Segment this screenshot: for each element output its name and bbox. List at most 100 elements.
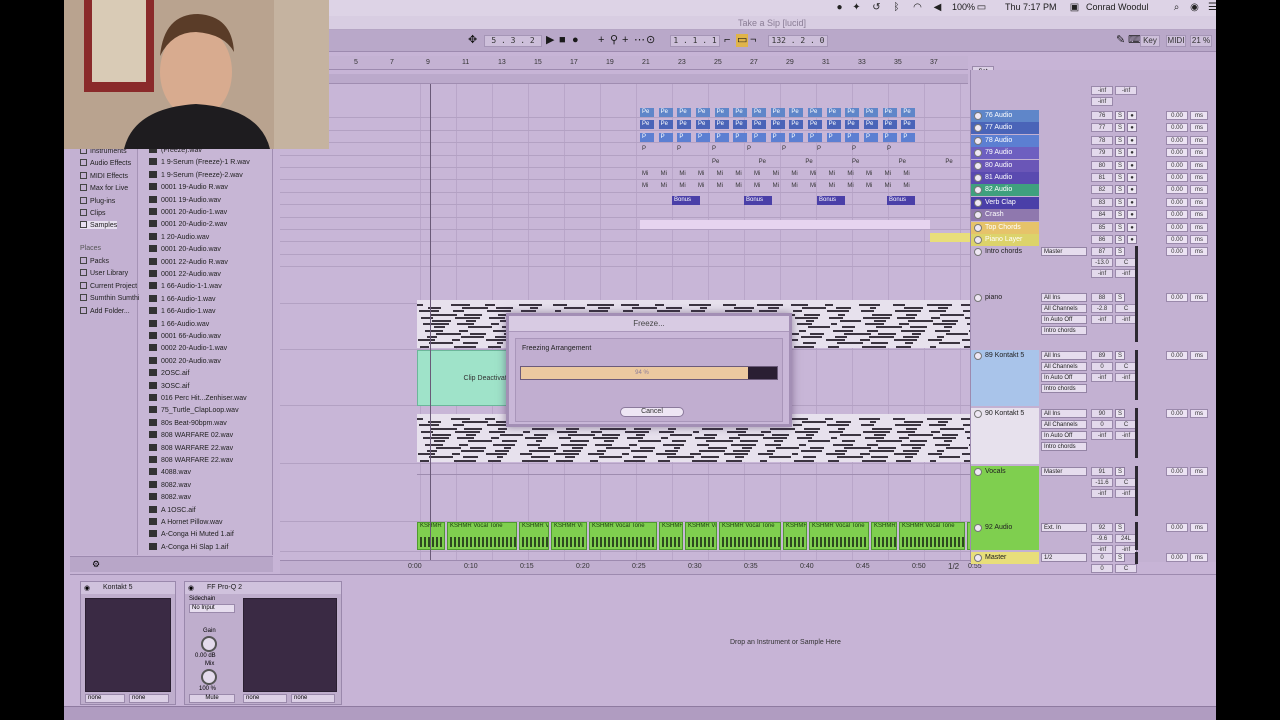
browser-category[interactable]: Samples bbox=[80, 221, 118, 230]
pan-value[interactable]: C bbox=[1115, 362, 1137, 371]
file-item[interactable]: 80s Beat-90bpm.wav bbox=[149, 418, 227, 427]
overdub-icon[interactable]: + bbox=[598, 34, 604, 47]
arm-button[interactable]: ● bbox=[1127, 135, 1137, 145]
audio-clip[interactable]: P bbox=[696, 132, 710, 142]
monitor-buttons[interactable]: In Auto Off bbox=[1041, 431, 1087, 440]
track-activator-icon[interactable] bbox=[974, 112, 982, 120]
audio-clip[interactable]: P bbox=[864, 132, 878, 142]
solo-button[interactable]: S bbox=[1115, 135, 1125, 145]
solo-button[interactable]: S bbox=[1115, 173, 1125, 182]
loop-length[interactable]: 132 . 2 . 0 bbox=[768, 35, 828, 47]
track-number[interactable]: 90 bbox=[1091, 409, 1113, 418]
file-item[interactable]: A Hornet Pillow.wav bbox=[149, 518, 222, 526]
file-item[interactable]: 808 WARFARE 02.wav bbox=[149, 431, 233, 439]
file-item[interactable]: 016 Perc Hit...Zenhiser.wav bbox=[149, 394, 247, 402]
audio-clip[interactable]: Pe bbox=[864, 108, 878, 117]
browser-category[interactable]: Audio Effects bbox=[80, 159, 131, 167]
delay-unit[interactable]: ms bbox=[1190, 135, 1208, 145]
track-activator-icon[interactable] bbox=[974, 236, 982, 244]
drop-hint[interactable]: Drop an Instrument or Sample Here bbox=[730, 639, 841, 646]
solo-button[interactable]: S bbox=[1115, 123, 1125, 133]
audio-clip[interactable]: Pe bbox=[845, 120, 860, 130]
audio-clip[interactable]: Pe bbox=[733, 108, 748, 117]
audio-clip[interactable]: Pe bbox=[640, 120, 654, 130]
input-routing[interactable]: All Ins bbox=[1041, 409, 1087, 418]
audio-clip[interactable]: Mi bbox=[789, 182, 799, 191]
scrub-area[interactable] bbox=[328, 74, 968, 84]
delay-unit[interactable]: ms bbox=[1190, 222, 1208, 232]
delay-unit[interactable]: ms bbox=[1190, 173, 1208, 182]
file-item[interactable]: 0002 20-Audio-1.wav bbox=[149, 344, 227, 352]
audio-clip[interactable]: Pe bbox=[770, 120, 785, 130]
track-activator-icon[interactable] bbox=[974, 186, 982, 195]
session-record-icon[interactable]: ⊙ bbox=[646, 34, 655, 47]
audio-clip[interactable]: P bbox=[675, 145, 685, 154]
audio-clip[interactable]: Pe bbox=[789, 108, 804, 117]
solo-button[interactable]: S bbox=[1115, 523, 1125, 532]
solo-button[interactable]: S bbox=[1115, 293, 1125, 302]
track-activator-icon[interactable] bbox=[974, 352, 982, 360]
audio-clip[interactable]: Pe bbox=[696, 120, 710, 130]
send-value[interactable]: 0.00 bbox=[1166, 467, 1188, 476]
delay-unit[interactable]: ms bbox=[1190, 351, 1208, 360]
audio-clip[interactable]: Pe bbox=[757, 158, 767, 167]
track-activator-icon[interactable] bbox=[974, 294, 982, 302]
output-routing[interactable]: Intro chords bbox=[1041, 384, 1087, 393]
volume-value[interactable]: -9.6 bbox=[1091, 534, 1113, 543]
file-item[interactable]: 0002 20-Audio.wav bbox=[149, 356, 221, 365]
siri-icon[interactable]: ◉ bbox=[1189, 2, 1200, 13]
bluetooth-icon[interactable]: ᛒ bbox=[891, 2, 902, 13]
vocal-audio-clip[interactable]: KSHMR bbox=[783, 522, 807, 550]
file-item[interactable]: 1 66-Audio-1.wav bbox=[149, 294, 215, 303]
audio-clip[interactable]: P bbox=[789, 132, 804, 142]
delay-unit[interactable]: ms bbox=[1190, 160, 1208, 170]
volume-value[interactable]: 0 bbox=[1091, 564, 1113, 573]
audio-clip[interactable]: Mi bbox=[696, 182, 706, 191]
volume-value[interactable]: -13.0 bbox=[1091, 258, 1113, 267]
audio-clip[interactable]: Mi bbox=[696, 170, 706, 179]
track-header[interactable]: Verb Clap bbox=[971, 196, 1039, 209]
audio-clip[interactable]: Mi bbox=[845, 170, 855, 179]
arm-button[interactable]: ● bbox=[1127, 160, 1137, 170]
track-number[interactable]: 79 bbox=[1091, 148, 1113, 158]
send-value[interactable]: 0.00 bbox=[1166, 409, 1188, 418]
file-item[interactable]: 0001 19-Audio R.wav bbox=[149, 183, 228, 191]
audio-clip[interactable]: P bbox=[780, 145, 790, 154]
track-header[interactable]: 78 Audio bbox=[971, 134, 1039, 147]
monitor-buttons[interactable]: In Auto Off bbox=[1041, 373, 1087, 382]
solo-button[interactable]: S bbox=[1115, 197, 1125, 207]
track-activator-icon[interactable] bbox=[974, 124, 982, 133]
audio-clip[interactable]: Pe bbox=[882, 108, 897, 117]
file-item[interactable]: 8082.wav bbox=[149, 480, 191, 489]
time-machine-icon[interactable]: ↺ bbox=[871, 2, 882, 13]
track-number[interactable]: 89 bbox=[1091, 351, 1113, 360]
file-item[interactable]: 0001 20-Audio-1.wav bbox=[149, 208, 227, 216]
delay-unit[interactable]: ms bbox=[1190, 409, 1208, 418]
send-value[interactable]: 0.00 bbox=[1166, 210, 1188, 220]
dropbox-icon[interactable]: ✦ bbox=[851, 2, 862, 13]
track-number[interactable]: 84 bbox=[1091, 210, 1113, 220]
file-item[interactable]: A-Conga Hi Slap 1.aif bbox=[149, 542, 228, 551]
vocal-audio-clip[interactable]: KSHMR Vocal Tone bbox=[899, 522, 965, 550]
file-item[interactable]: 3OSC.aif bbox=[149, 381, 189, 390]
pan-value[interactable]: C bbox=[1115, 420, 1137, 429]
audio-clip[interactable]: Mi bbox=[659, 170, 669, 179]
vocal-audio-clip[interactable]: KSHMR Vocal Tone bbox=[719, 522, 781, 550]
audio-clip[interactable]: Mi bbox=[677, 182, 687, 191]
audio-clip[interactable]: Mi bbox=[808, 170, 818, 179]
kontakt-title[interactable]: Kontakt 5 bbox=[81, 582, 175, 594]
send-value[interactable]: 0.00 bbox=[1166, 185, 1188, 195]
audio-clip[interactable]: Pe bbox=[845, 108, 860, 117]
bonus-clip[interactable]: Bonus bbox=[817, 196, 845, 205]
track-header[interactable]: 77 Audio bbox=[971, 122, 1039, 135]
delay-unit[interactable]: ms bbox=[1190, 247, 1208, 256]
audio-clip[interactable]: Mi bbox=[659, 182, 669, 191]
audio-clip[interactable]: P bbox=[658, 132, 673, 142]
audio-clip[interactable]: P bbox=[710, 145, 720, 154]
track-activator-icon[interactable] bbox=[974, 149, 982, 158]
follow-icon[interactable]: ✥ bbox=[468, 34, 477, 47]
track-activator-icon[interactable] bbox=[974, 161, 982, 170]
automation-arm-icon[interactable]: ⚲ bbox=[610, 34, 618, 47]
file-item[interactable]: 0001 66-Audio.wav bbox=[149, 332, 221, 340]
track-number[interactable]: 85 bbox=[1091, 222, 1113, 232]
